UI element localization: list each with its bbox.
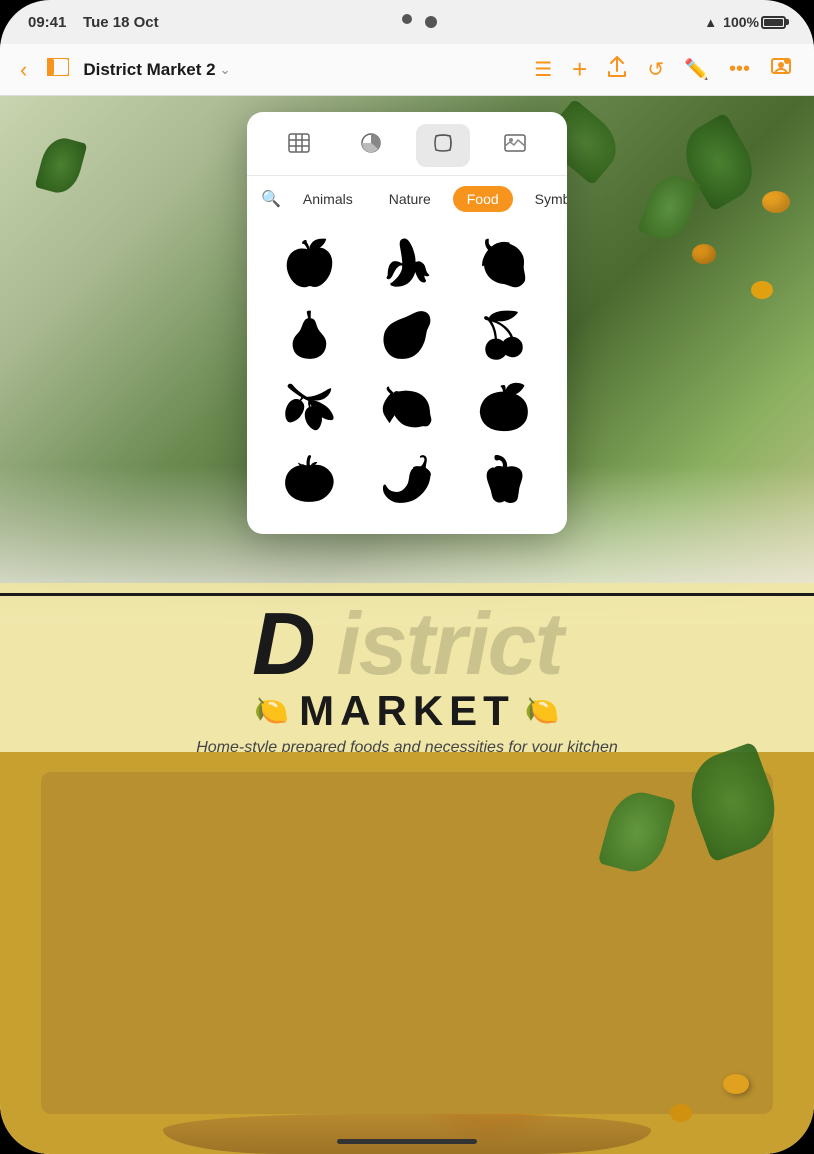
icon-grid: 🍎 🍌 🍓 🍐 🥑 🍒 bbox=[247, 222, 567, 522]
main-content: D istrict 🍋 MARKET 🍋 Home-style prepared… bbox=[0, 96, 814, 1154]
hot-pepper-icon: 🌶️ bbox=[380, 458, 435, 502]
icon-olives[interactable]: 🫒 bbox=[263, 374, 356, 442]
orange-slice-icon: 🍊 bbox=[477, 386, 532, 430]
category-animals[interactable]: Animals bbox=[289, 186, 367, 212]
lemon-icon: 🍋 bbox=[380, 386, 435, 430]
fruits-bottom-photo bbox=[0, 752, 814, 1154]
strawberry-icon: 🍓 bbox=[477, 242, 532, 286]
icon-orange-slice[interactable]: 🍊 bbox=[458, 374, 551, 442]
add-button[interactable]: + bbox=[564, 50, 595, 89]
title-rest: istrict bbox=[336, 604, 562, 683]
category-food[interactable]: Food bbox=[453, 186, 513, 212]
share-button[interactable] bbox=[599, 52, 635, 88]
icon-banana[interactable]: 🍌 bbox=[360, 230, 453, 298]
title-chevron-icon: ⌄ bbox=[220, 62, 231, 78]
icon-lemon[interactable]: 🍋 bbox=[360, 374, 453, 442]
wifi-icon: ▲ bbox=[704, 15, 717, 30]
battery-percent: 100% bbox=[723, 14, 759, 30]
tab-chart[interactable] bbox=[344, 124, 398, 167]
search-icon[interactable]: 🔍 bbox=[261, 189, 281, 209]
tab-media[interactable] bbox=[488, 126, 542, 165]
tab-table[interactable] bbox=[272, 125, 326, 166]
market-text: MARKET bbox=[299, 687, 515, 735]
collab-button[interactable] bbox=[762, 53, 800, 87]
lemon-emoji-left: 🍋 bbox=[254, 694, 289, 727]
icon-avocado[interactable]: 🥑 bbox=[360, 302, 453, 370]
notch bbox=[425, 16, 437, 28]
undo-button[interactable]: ↺ bbox=[639, 53, 672, 86]
cherries-icon: 🍒 bbox=[477, 314, 532, 358]
title-text: District Market 2 bbox=[83, 60, 215, 80]
title-d-letter: D bbox=[252, 604, 314, 683]
status-right-group: ▲ 100% bbox=[704, 14, 786, 30]
icon-cherries[interactable]: 🍒 bbox=[458, 302, 551, 370]
document-title[interactable]: District Market 2 ⌄ bbox=[83, 60, 230, 80]
sidebar-toggle-button[interactable] bbox=[41, 54, 75, 85]
status-time: 09:41 Tue 18 Oct bbox=[28, 14, 159, 31]
pencil-button[interactable]: ✏️ bbox=[676, 53, 717, 86]
battery-icon bbox=[761, 16, 786, 29]
pear-icon: 🍐 bbox=[282, 314, 337, 358]
category-nature[interactable]: Nature bbox=[375, 186, 445, 212]
lemon-emoji-right: 🍋 bbox=[525, 694, 560, 727]
banana-icon: 🍌 bbox=[380, 242, 435, 286]
shapes-popup: 🔍 Animals Nature Food Symbols Educa… 🍎 🍌… bbox=[247, 112, 567, 534]
olives-icon: 🫒 bbox=[282, 386, 337, 430]
tomato-icon: 🍅 bbox=[282, 458, 337, 502]
bell-pepper-icon: 🫑 bbox=[477, 458, 532, 502]
front-camera bbox=[402, 14, 412, 24]
icon-tomato[interactable]: 🍅 bbox=[263, 446, 356, 514]
battery-indicator: 100% bbox=[723, 14, 786, 30]
apple-icon: 🍎 bbox=[282, 242, 337, 286]
icon-strawberry[interactable]: 🍓 bbox=[458, 230, 551, 298]
avocado-icon: 🥑 bbox=[380, 314, 435, 358]
icon-apple[interactable]: 🍎 bbox=[263, 230, 356, 298]
back-button[interactable]: ‹ bbox=[14, 53, 33, 87]
category-row: 🔍 Animals Nature Food Symbols Educa… bbox=[247, 176, 567, 222]
toolbar: ‹ District Market 2 ⌄ ☰ + ↺ ✏️ ••• bbox=[0, 44, 814, 96]
home-indicator[interactable] bbox=[337, 1139, 477, 1144]
device-frame: 09:41 Tue 18 Oct ▲ 100% ‹ District Marke… bbox=[0, 0, 814, 1154]
time-display: 09:41 bbox=[28, 14, 66, 31]
more-button[interactable]: ••• bbox=[721, 54, 758, 85]
market-row: 🍋 MARKET 🍋 bbox=[0, 687, 814, 735]
popup-tab-bar bbox=[247, 112, 567, 176]
icon-pear[interactable]: 🍐 bbox=[263, 302, 356, 370]
tab-shapes[interactable] bbox=[416, 124, 470, 167]
toolbar-actions: ☰ + ↺ ✏️ ••• bbox=[526, 50, 800, 89]
list-button[interactable]: ☰ bbox=[526, 53, 560, 86]
category-symbols[interactable]: Symbols bbox=[521, 186, 567, 212]
icon-hot-pepper[interactable]: 🌶️ bbox=[360, 446, 453, 514]
date-display: Tue 18 Oct bbox=[83, 14, 159, 31]
title-area: D istrict 🍋 MARKET 🍋 Home-style prepared… bbox=[0, 583, 814, 778]
icon-bell-pepper[interactable]: 🫑 bbox=[458, 446, 551, 514]
